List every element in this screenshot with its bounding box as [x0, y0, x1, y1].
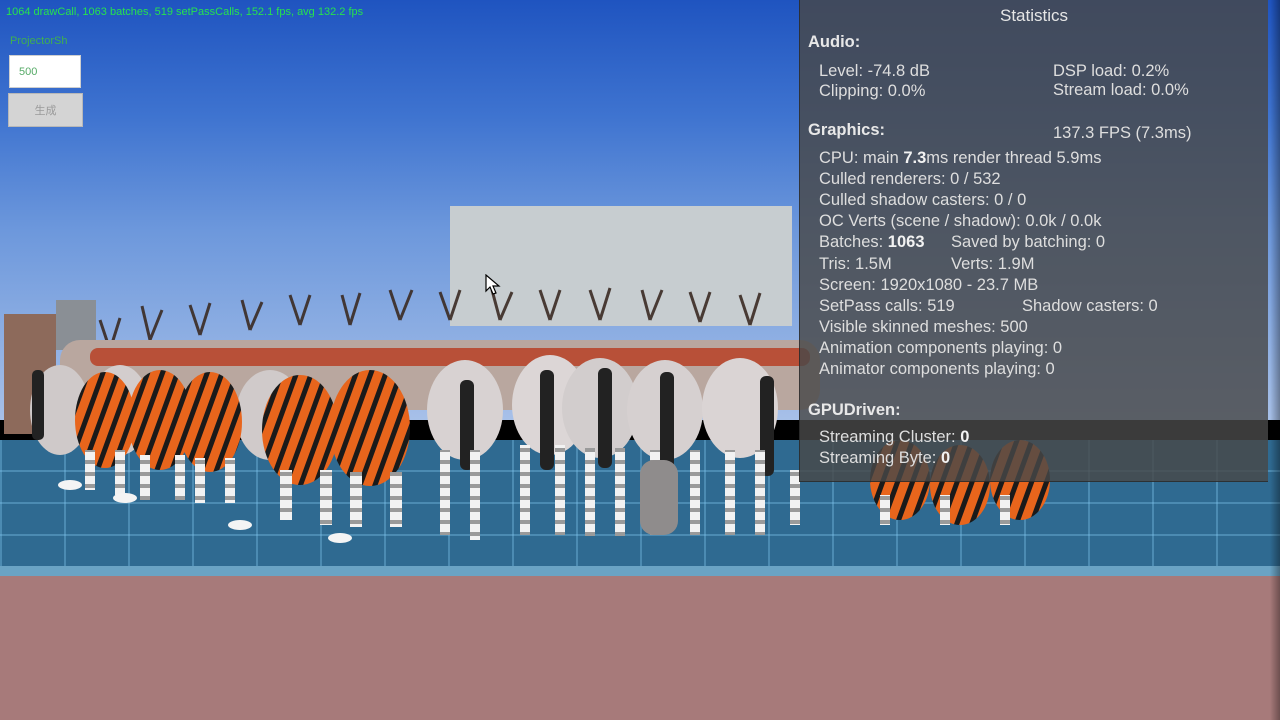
gpudriven-streaming-byte: Streaming Byte: 0: [819, 449, 950, 468]
cpu-suffix: ms render thread 5.9ms: [926, 149, 1102, 167]
cpu-main-value: 7.3: [903, 149, 927, 167]
ground-edge: [0, 566, 1280, 576]
projector-shadow-label: ProjectorSh: [10, 35, 68, 47]
graphics-verts: Verts: 1.9M: [951, 255, 1035, 273]
streaming-cluster-value: 0: [960, 428, 970, 446]
graphics-header: Graphics:: [808, 121, 886, 139]
cpu-prefix: CPU: main: [819, 149, 904, 167]
gpudriven-streaming-cluster: Streaming Cluster: 0: [819, 428, 969, 447]
graphics-tris: Tris: 1.5M: [819, 255, 892, 273]
graphics-culled-renderers: Culled renderers: 0 / 532: [819, 170, 1001, 188]
streaming-byte-value: 0: [940, 449, 951, 467]
render-stats-line: 1064 drawCall, 1063 batches, 519 setPass…: [6, 6, 364, 18]
spawn-count-input[interactable]: [9, 55, 81, 88]
batches-prefix: Batches:: [819, 233, 888, 251]
streaming-cluster-label: Streaming Cluster:: [819, 428, 961, 446]
graphics-culled-shadow-casters: Culled shadow casters: 0 / 0: [819, 191, 1027, 209]
statistics-panel: Statistics Audio: Level: -74.8 dB DSP lo…: [799, 0, 1268, 482]
audio-level: Level: -74.8 dB: [819, 62, 930, 80]
graphics-shadow-casters: Shadow casters: 0: [1022, 297, 1158, 315]
batches-value: 1063: [887, 233, 925, 251]
graphics-screen: Screen: 1920x1080 - 23.7 MB: [819, 276, 1039, 294]
graphics-oc-verts: OC Verts (scene / shadow): 0.0k / 0.0k: [819, 212, 1102, 230]
graphics-fps: 137.3 FPS (7.3ms): [1053, 124, 1192, 142]
graphics-saved-by-batching: Saved by batching: 0: [951, 233, 1106, 251]
streaming-byte-label: Streaming Byte:: [819, 449, 941, 467]
graphics-cpu: CPU: main 7.3ms render thread 5.9ms: [819, 149, 1101, 168]
foreground-floor: [0, 576, 1280, 720]
audio-header: Audio:: [808, 33, 861, 51]
mouse-cursor-icon: [485, 274, 501, 295]
graphics-batches: Batches: 1063: [819, 233, 925, 252]
graphics-animator-components: Animator components playing: 0: [819, 360, 1055, 378]
statistics-title: Statistics: [999, 6, 1069, 25]
audio-dsp-load: DSP load: 0.2%: [1053, 62, 1170, 80]
viewport-edge-shadow: [1270, 0, 1280, 720]
graphics-animation-components: Animation components playing: 0: [819, 339, 1063, 357]
audio-stream-load: Stream load: 0.0%: [1053, 81, 1189, 99]
graphics-visible-skinned-meshes: Visible skinned meshes: 500: [819, 318, 1028, 336]
audio-clipping: Clipping: 0.0%: [819, 82, 926, 100]
graphics-setpass-calls: SetPass calls: 519: [819, 297, 955, 315]
gpudriven-header: GPUDriven:: [808, 401, 901, 419]
generate-button[interactable]: 生成: [8, 93, 83, 127]
